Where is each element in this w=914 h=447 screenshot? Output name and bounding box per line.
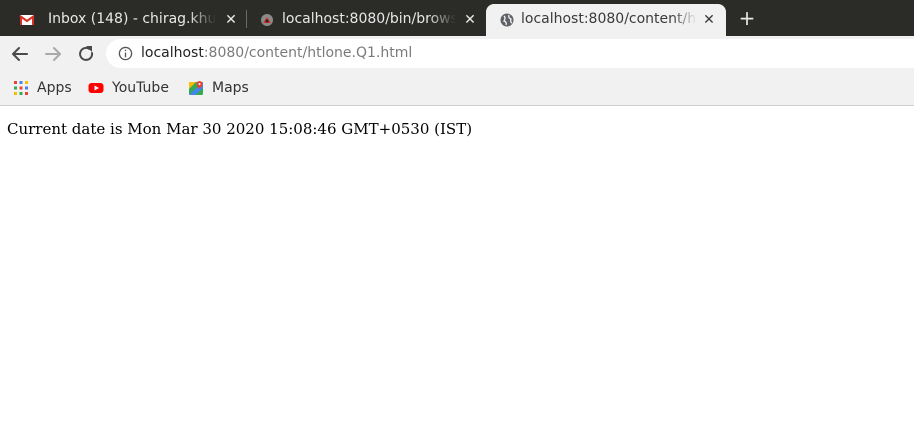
bookmarks-bar: Apps YouTube Maps: [0, 71, 914, 106]
bookmark-youtube[interactable]: YouTube: [88, 71, 169, 104]
close-icon[interactable]: ✕: [701, 12, 717, 28]
info-icon[interactable]: [118, 46, 133, 61]
gmail-icon: [19, 15, 35, 25]
url-text: localhost:8080/content/htlone.Q1.html: [141, 39, 412, 68]
bookmark-label: Maps: [212, 79, 249, 96]
bookmark-maps[interactable]: Maps: [188, 71, 249, 104]
maps-icon: [189, 80, 203, 95]
youtube-icon: [88, 82, 104, 93]
tab-gmail[interactable]: Inbox (148) - chirag.khurana ✕: [6, 4, 246, 36]
globe-icon: [500, 13, 514, 27]
bookmark-apps[interactable]: Apps: [13, 71, 72, 104]
page-content-text: Current date is Mon Mar 30 2020 15:08:46…: [7, 120, 473, 138]
url-host: localhost: [141, 45, 204, 61]
apps-grid-icon: [14, 80, 28, 95]
close-icon[interactable]: ✕: [223, 12, 239, 28]
tab-htlone[interactable]: localhost:8080/content/htlone.Q1.html ✕: [486, 4, 726, 36]
bookmark-label: YouTube: [112, 79, 169, 96]
forward-arrow-icon[interactable]: [42, 43, 64, 65]
tab-crx-browser[interactable]: localhost:8080/bin/browser.html ✕: [246, 4, 484, 36]
tab-title: Inbox (148) - chirag.khurana: [48, 11, 216, 27]
close-icon[interactable]: ✕: [462, 12, 478, 28]
back-arrow-icon[interactable]: [9, 43, 31, 65]
reload-icon[interactable]: [75, 43, 97, 65]
tab-strip: Inbox (148) - chirag.khurana ✕ localhost…: [0, 0, 914, 36]
tab-title: localhost:8080/content/htlone.Q1.html: [521, 11, 697, 27]
url-path: :8080/content/htlone.Q1.html: [203, 45, 413, 61]
address-bar[interactable]: localhost:8080/content/htlone.Q1.html: [106, 39, 914, 68]
crx-de-icon: [261, 14, 273, 26]
bookmark-label: Apps: [37, 79, 72, 96]
toolbar: localhost:8080/content/htlone.Q1.html: [0, 36, 914, 71]
new-tab-button[interactable]: +: [737, 8, 757, 28]
tab-title: localhost:8080/bin/browser.html: [282, 11, 456, 27]
